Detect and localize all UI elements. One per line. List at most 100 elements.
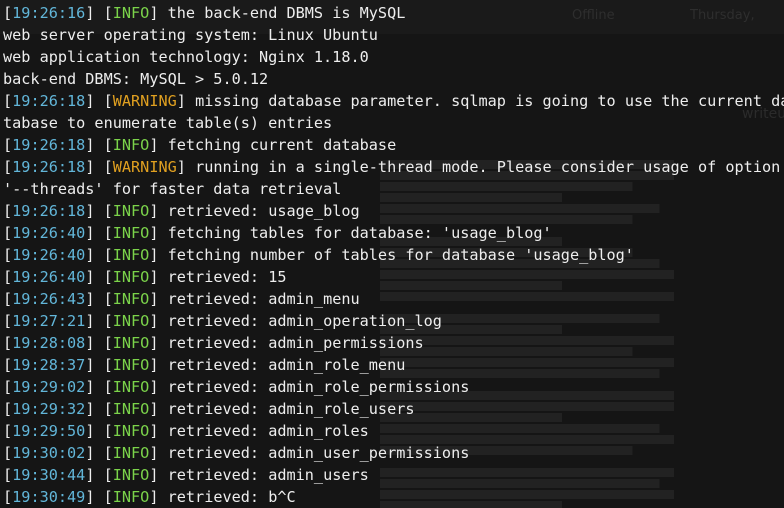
terminal-window[interactable]: Offline Thursday, writeu [19:26:16] [INF… xyxy=(0,0,784,508)
terminal-line: [19:26:16] [INFO] the back-end DBMS is M… xyxy=(3,2,784,24)
log-timestamp: 19:30:44 xyxy=(12,466,86,484)
log-level: INFO xyxy=(112,312,150,330)
bracket: ] xyxy=(149,334,168,352)
log-timestamp: 19:26:40 xyxy=(12,224,86,242)
bracket: ] xyxy=(149,356,168,374)
bracket: [ xyxy=(3,444,13,462)
log-timestamp: 19:26:40 xyxy=(12,268,86,286)
bracket: ] xyxy=(149,224,168,242)
log-message: retrieved: b^C xyxy=(167,488,296,506)
log-message: retrieved: admin_user_permissions xyxy=(167,444,470,462)
log-continuation: '--threads' for faster data retrieval xyxy=(3,180,342,198)
bracket: [ xyxy=(3,334,13,352)
log-message: retrieved: admin_role_users xyxy=(167,400,415,418)
log-message: retrieved: usage_blog xyxy=(167,202,360,220)
log-timestamp: 19:28:37 xyxy=(12,356,86,374)
log-level: INFO xyxy=(112,202,150,220)
bracket: [ xyxy=(3,488,13,506)
bracket: ] [ xyxy=(85,400,113,418)
log-message: the back-end DBMS is MySQL xyxy=(167,4,406,22)
bracket: ] xyxy=(176,92,196,110)
bracket: ] xyxy=(149,422,168,440)
bracket: ] xyxy=(149,444,168,462)
log-continuation: web server operating system: Linux Ubunt… xyxy=(3,26,378,44)
bracket: ] [ xyxy=(85,444,113,462)
bracket: [ xyxy=(3,246,13,264)
terminal-line: [19:26:40] [INFO] fetching number of tab… xyxy=(3,244,784,266)
bracket: ] [ xyxy=(85,268,113,286)
log-continuation: back-end DBMS: MySQL > 5.0.12 xyxy=(3,70,269,88)
log-level: INFO xyxy=(112,224,150,242)
log-level: INFO xyxy=(112,356,150,374)
bracket: ] xyxy=(149,290,168,308)
log-level: INFO xyxy=(112,488,150,506)
terminal-line: [19:28:08] [INFO] retrieved: admin_permi… xyxy=(3,332,784,354)
log-message: fetching number of tables for database '… xyxy=(167,246,634,264)
bracket: ] xyxy=(149,378,168,396)
terminal-line: web application technology: Nginx 1.18.0 xyxy=(3,46,784,68)
log-timestamp: 19:26:18 xyxy=(12,136,86,154)
bracket: ] xyxy=(149,488,168,506)
bracket: [ xyxy=(3,422,13,440)
bracket: ] [ xyxy=(85,246,113,264)
terminal-line: tabase to enumerate table(s) entries xyxy=(3,112,784,134)
log-message: retrieved: admin_permissions xyxy=(167,334,424,352)
terminal-line: [19:26:18] [WARNING] missing database pa… xyxy=(3,90,784,112)
log-message: retrieved: admin_operation_log xyxy=(167,312,442,330)
bracket: [ xyxy=(3,4,13,22)
log-level: INFO xyxy=(112,444,150,462)
bracket: ] [ xyxy=(85,4,113,22)
log-level: INFO xyxy=(112,400,150,418)
terminal-line: [19:28:37] [INFO] retrieved: admin_role_… xyxy=(3,354,784,376)
log-message: retrieved: 15 xyxy=(167,268,287,286)
bracket: ] [ xyxy=(85,312,113,330)
log-message: retrieved: admin_role_menu xyxy=(167,356,406,374)
bracket: ] [ xyxy=(85,290,113,308)
log-timestamp: 19:27:21 xyxy=(12,312,86,330)
terminal-line: [19:30:44] [INFO] retrieved: admin_users xyxy=(3,464,784,486)
terminal-line: [19:26:40] [INFO] fetching tables for da… xyxy=(3,222,784,244)
bracket: ] [ xyxy=(85,488,113,506)
bracket: ] [ xyxy=(85,334,113,352)
log-message: fetching tables for database: 'usage_blo… xyxy=(167,224,552,242)
log-timestamp: 19:26:18 xyxy=(12,92,86,110)
bracket: [ xyxy=(3,378,13,396)
log-timestamp: 19:26:43 xyxy=(12,290,86,308)
log-level: INFO xyxy=(112,4,150,22)
bracket: ] [ xyxy=(85,224,113,242)
bracket: ] xyxy=(149,202,168,220)
log-level: INFO xyxy=(112,246,150,264)
bracket: [ xyxy=(3,356,13,374)
terminal-line: [19:29:32] [INFO] retrieved: admin_role_… xyxy=(3,398,784,420)
terminal-line: [19:26:43] [INFO] retrieved: admin_menu xyxy=(3,288,784,310)
terminal-output: [19:26:16] [INFO] the back-end DBMS is M… xyxy=(3,2,784,508)
bracket: [ xyxy=(3,312,13,330)
terminal-line: [19:27:21] [INFO] retrieved: admin_opera… xyxy=(3,310,784,332)
bracket: [ xyxy=(3,268,13,286)
log-message: missing database parameter. sqlmap is go… xyxy=(195,92,784,110)
log-level: INFO xyxy=(112,378,150,396)
log-timestamp: 19:30:49 xyxy=(12,488,86,506)
bracket: [ xyxy=(3,290,13,308)
bracket: ] [ xyxy=(85,136,113,154)
log-level: INFO xyxy=(112,290,150,308)
log-level: WARNING xyxy=(112,158,177,176)
bracket: [ xyxy=(3,158,13,176)
terminal-line: web server operating system: Linux Ubunt… xyxy=(3,24,784,46)
terminal-line: [19:26:18] [INFO] fetching current datab… xyxy=(3,134,784,156)
terminal-line: [19:30:49] [INFO] retrieved: b^C xyxy=(3,486,784,508)
log-timestamp: 19:30:02 xyxy=(12,444,86,462)
bracket: ] xyxy=(176,158,196,176)
log-message: retrieved: admin_roles xyxy=(167,422,369,440)
log-timestamp: 19:26:16 xyxy=(12,4,86,22)
bracket: ] xyxy=(149,136,168,154)
log-timestamp: 19:29:50 xyxy=(12,422,86,440)
bracket: ] [ xyxy=(85,202,113,220)
log-message: retrieved: admin_menu xyxy=(167,290,360,308)
log-level: INFO xyxy=(112,268,150,286)
log-level: INFO xyxy=(112,422,150,440)
log-timestamp: 19:26:18 xyxy=(12,158,86,176)
bracket: ] [ xyxy=(85,158,113,176)
bracket: [ xyxy=(3,466,13,484)
bracket: [ xyxy=(3,92,13,110)
